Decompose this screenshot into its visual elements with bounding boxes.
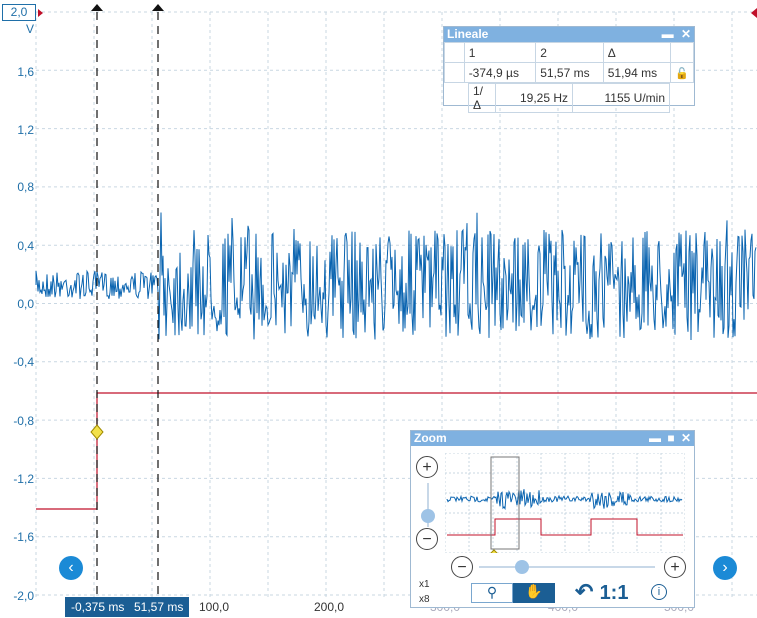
horizontal-zoom-in-button[interactable]: + bbox=[664, 556, 686, 578]
pan-tool-button[interactable]: ✋ bbox=[513, 583, 555, 603]
zoom-level-x8-label: x8 bbox=[419, 594, 430, 605]
ruler-delta-header: Δ bbox=[602, 42, 672, 63]
lock-icon[interactable]: 🔓 bbox=[675, 68, 689, 80]
ruler-delta-value: 51,94 ms bbox=[602, 62, 672, 83]
y-axis-unit: V bbox=[26, 22, 35, 36]
minimize-icon[interactable]: ▬ bbox=[649, 431, 661, 445]
ruler-col-2-header: 2 bbox=[535, 42, 604, 63]
zoom-panel: Zoom ▬ ■ ✕ + − − + x1 x8 ⚲ ✋ ↶ 1:1 i bbox=[410, 430, 695, 608]
hand-icon: ✋ bbox=[525, 583, 543, 599]
y-axis-max-value[interactable]: 2,0 bbox=[2, 4, 36, 21]
zoom-level-x1-label: x1 bbox=[419, 579, 430, 590]
reset-zoom-button[interactable]: ↶ 1:1 bbox=[575, 579, 628, 605]
scroll-right-button[interactable]: › bbox=[713, 556, 737, 580]
minimize-icon[interactable]: ▬ bbox=[662, 27, 674, 41]
zoom-in-icon: ⚲ bbox=[486, 584, 498, 600]
info-icon: i bbox=[657, 586, 661, 598]
vertical-zoom-thumb[interactable] bbox=[421, 509, 435, 523]
trigger-marker bbox=[90, 424, 104, 440]
y-tick-label: -0,4 bbox=[13, 355, 34, 369]
oscilloscope-view: 2,0 V 1,6 1,2 0,8 0,4 0,0 -0,4 -0,8 -1,2… bbox=[0, 0, 757, 618]
cursor-1-time-tag[interactable]: -0,375 ms bbox=[65, 597, 131, 617]
ruler-2-value: 51,57 ms bbox=[535, 62, 604, 83]
scroll-left-button[interactable]: ‹ bbox=[59, 556, 83, 580]
horizontal-zoom-track[interactable] bbox=[479, 566, 655, 568]
close-icon[interactable]: ✕ bbox=[681, 27, 691, 41]
vertical-zoom-out-button[interactable]: − bbox=[416, 528, 438, 550]
trigger-pointer-top bbox=[38, 9, 43, 17]
x-tick-label: 200,0 bbox=[314, 600, 345, 614]
undo-icon: ↶ bbox=[575, 579, 594, 604]
horizontal-zoom-out-button[interactable]: − bbox=[451, 556, 473, 578]
rulers-panel-title-bar[interactable]: Lineale ▬ ✕ bbox=[444, 27, 694, 42]
left-arrow-icon: ‹ bbox=[68, 559, 74, 576]
y-tick-label: -0,8 bbox=[13, 414, 34, 428]
ruler-col-1-header: 1 bbox=[463, 42, 537, 63]
reset-zoom-ratio: 1:1 bbox=[599, 582, 629, 604]
maximize-icon[interactable]: ■ bbox=[667, 431, 674, 445]
rpm-value: 1155 U/min bbox=[572, 83, 670, 113]
rulers-table: 1 2 Δ -374,9 µs 51,57 ms 51,94 ms 🔓 bbox=[444, 42, 694, 83]
zoom-panel-title: Zoom bbox=[414, 431, 447, 445]
y-tick-label: 0,0 bbox=[17, 297, 34, 311]
y-tick-label: -1,2 bbox=[13, 472, 34, 486]
y-tick-label: 1,6 bbox=[17, 65, 34, 79]
zoom-panel-title-bar[interactable]: Zoom ▬ ■ ✕ bbox=[411, 431, 694, 446]
zoom-tool-button[interactable]: ⚲ bbox=[471, 583, 513, 603]
ruler-1-value: -374,9 µs bbox=[463, 62, 537, 83]
cursor-2-time-tag[interactable]: 51,57 ms bbox=[128, 597, 190, 617]
y-tick-label: 0,4 bbox=[17, 239, 34, 253]
cursor-1-handle bbox=[91, 4, 103, 11]
rulers-panel: Lineale ▬ ✕ 1 2 Δ -374,9 µs 51,57 ms 51,… bbox=[443, 26, 695, 113]
zoom-trigger-marker bbox=[490, 549, 498, 553]
rulers-panel-title: Lineale bbox=[447, 27, 489, 41]
inverse-delta-label: 1/Δ bbox=[468, 83, 496, 113]
right-arrow-icon: › bbox=[722, 559, 728, 576]
cursor-2-handle bbox=[152, 4, 164, 11]
horizontal-zoom-thumb[interactable] bbox=[515, 560, 529, 574]
vertical-zoom-in-button[interactable]: + bbox=[416, 456, 438, 478]
frequency-value: 19,25 Hz bbox=[495, 83, 573, 113]
close-icon[interactable]: ✕ bbox=[681, 431, 691, 445]
trigger-pointer-right bbox=[751, 8, 757, 18]
y-tick-label: 0,8 bbox=[17, 180, 34, 194]
rulers-frequency-table: 1/Δ 19,25 Hz 1155 U/min bbox=[468, 83, 670, 113]
x-tick-label: 100,0 bbox=[199, 600, 230, 614]
y-tick-label: -1,6 bbox=[13, 530, 34, 544]
info-button[interactable]: i bbox=[651, 584, 667, 600]
channel-a-trace bbox=[35, 212, 757, 341]
y-tick-label: -2,0 bbox=[13, 589, 34, 603]
y-tick-label: 1,2 bbox=[17, 123, 34, 137]
zoom-overview-plot[interactable] bbox=[445, 453, 685, 553]
